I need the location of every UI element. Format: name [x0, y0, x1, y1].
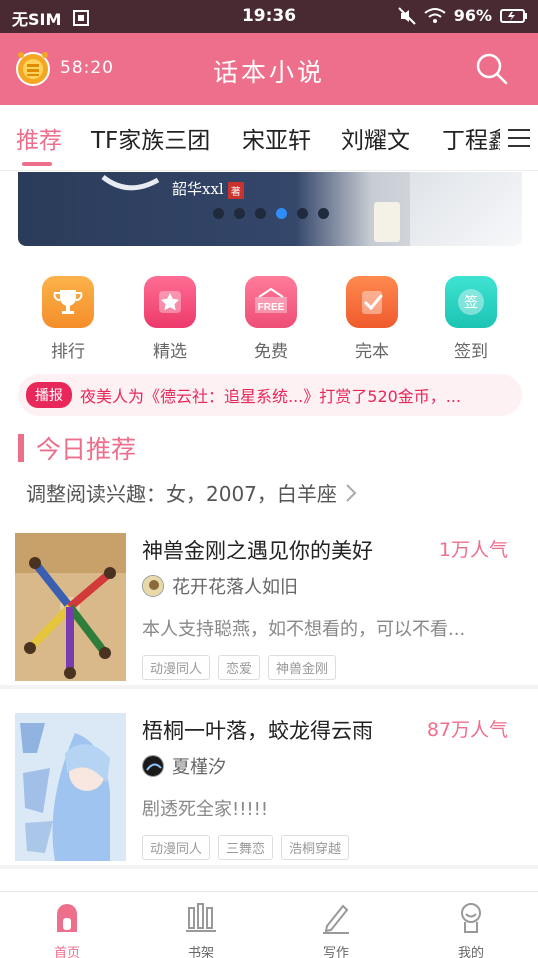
author-avatar [142, 575, 164, 597]
banner-carousel[interactable]: 韶华xxl 著 [18, 172, 522, 246]
carousel-dot[interactable] [318, 208, 329, 219]
signin-icon: 签 [445, 276, 497, 328]
app-header: 58:20 话本小说 [0, 33, 538, 105]
book-popularity: 87万人气 [426, 719, 508, 741]
author-name: 花开花落人如旧 [172, 577, 298, 598]
banner-author-tag: 著 [227, 181, 244, 199]
status-bar: 无SIM 19:36 96% [0, 0, 538, 33]
book-description: 剧透死全家!!!!! [142, 799, 269, 820]
search-icon[interactable] [474, 51, 510, 87]
author-name: 夏槿汐 [172, 757, 226, 778]
battery-percent: 96% [453, 6, 492, 25]
author-avatar [142, 755, 164, 777]
battery-icon [500, 8, 527, 23]
book-item[interactable]: 梧桐一叶落，蛟龙得云雨 87万人气 夏槿汐 剧透死全家!!!!! 动漫同人 三舞… [0, 699, 538, 869]
shortcut-free[interactable]: FREE 免费 [221, 276, 321, 362]
menu-icon [508, 129, 530, 147]
carousel-dot[interactable] [213, 208, 224, 219]
tabs-menu-button[interactable] [500, 105, 538, 170]
book-tag[interactable]: 三舞恋 [218, 835, 274, 860]
section-title: 今日推荐 [36, 435, 137, 464]
carousel-dot[interactable] [234, 208, 245, 219]
star-icon [144, 276, 196, 328]
tab-liu-yaowen[interactable]: 刘耀文 [341, 121, 410, 155]
nav-label: 写作 [322, 946, 349, 958]
shortcut-completed[interactable]: 完本 [322, 276, 422, 362]
banner-author-name: 韶华xxl [172, 180, 224, 198]
pen-icon [323, 904, 349, 934]
book-author: 花开花落人如旧 [142, 573, 298, 599]
chevron-right-icon [346, 483, 357, 502]
section-header: 今日推荐 [18, 430, 136, 466]
banner-figure-image [410, 172, 522, 246]
nav-bookshelf[interactable]: 书架 [134, 900, 268, 958]
nav-home[interactable]: 首页 [0, 900, 134, 958]
user-icon [461, 903, 481, 933]
shortcut-grid: 排行 精选 FREE 免费 完本 签 签到 [0, 276, 538, 366]
book-tag[interactable]: 神兽金刚 [268, 655, 337, 680]
nav-label: 首页 [53, 946, 80, 958]
broadcast-badge: 播报 [26, 382, 72, 408]
tab-recommend[interactable]: 推荐 [16, 121, 62, 155]
interest-text: 调整阅读兴趣：女，2007，白羊座 [26, 482, 337, 506]
nav-label: 书架 [187, 946, 214, 958]
svg-text:FREE: FREE [258, 302, 285, 313]
shortcut-label: 完本 [355, 342, 389, 362]
section-accent-bar [18, 434, 24, 462]
nav-write[interactable]: 写作 [269, 900, 403, 958]
category-tabs: 推荐 TF家族三团 宋亚轩 刘耀文 丁程鑫 [0, 105, 538, 171]
banner-brush-stroke [101, 174, 160, 191]
book-tag[interactable]: 动漫同人 [142, 835, 211, 860]
carousel-dot-active[interactable] [276, 208, 287, 219]
carousel-dot[interactable] [297, 208, 308, 219]
book-tags: 动漫同人 三舞恋 浩桐穿越 [142, 835, 350, 860]
shortcut-signin[interactable]: 签 签到 [421, 276, 521, 362]
book-title: 神兽金刚之遇见你的美好 [142, 539, 373, 563]
shortcut-label: 排行 [51, 342, 85, 362]
book-tag[interactable]: 恋爱 [218, 655, 261, 680]
tab-active-indicator [22, 162, 52, 166]
book-tag[interactable]: 浩桐穿越 [281, 835, 350, 860]
shortcut-label: 免费 [254, 342, 288, 362]
carousel-dot[interactable] [255, 208, 266, 219]
mute-icon [397, 6, 416, 25]
broadcast-text: 夜美人为《德云社：追星系统...》打赏了520金币，... [80, 387, 462, 406]
svg-text:签: 签 [464, 294, 478, 311]
adjust-interest-link[interactable]: 调整阅读兴趣：女，2007，白羊座 [26, 478, 357, 507]
book-popularity: 1万人气 [438, 539, 508, 561]
banner-candle-image [374, 202, 400, 242]
trophy-icon [42, 276, 94, 328]
tab-song-yaxuan[interactable]: 宋亚轩 [242, 121, 311, 155]
book-author: 夏槿汐 [142, 753, 226, 779]
book-tag[interactable]: 动漫同人 [142, 655, 211, 680]
shortcut-label: 精选 [153, 342, 187, 362]
carousel-dots [213, 208, 329, 219]
tab-tf-family[interactable]: TF家族三团 [91, 121, 210, 155]
book-tags: 动漫同人 恋爱 神兽金刚 [142, 655, 337, 680]
nav-profile[interactable]: 我的 [404, 900, 538, 958]
home-icon [57, 904, 77, 932]
book-cover-image [15, 713, 126, 861]
banner-author: 韶华xxl 著 [172, 178, 244, 199]
book-cover-image [15, 533, 126, 681]
nav-label: 我的 [457, 946, 484, 958]
free-icon: FREE [245, 276, 297, 328]
check-icon [346, 276, 398, 328]
app-title: 话本小说 [212, 58, 325, 87]
wifi-icon [424, 7, 446, 23]
bottom-navigation: 首页 书架 写作 我的 [0, 891, 538, 958]
broadcast-notice[interactable]: 播报 夜美人为《德云社：追星系统...》打赏了520金币，... [18, 374, 522, 416]
shortcut-ranking[interactable]: 排行 [18, 276, 118, 362]
book-description: 本人支持聪燕，如不想看的，可以不看... [142, 619, 466, 640]
shortcut-label: 签到 [454, 342, 488, 362]
book-item[interactable]: 神兽金刚之遇见你的美好 1万人气 花开花落人如旧 本人支持聪燕，如不想看的，可以… [0, 519, 538, 689]
bookshelf-icon [186, 903, 216, 932]
shortcut-featured[interactable]: 精选 [120, 276, 220, 362]
book-title: 梧桐一叶落，蛟龙得云雨 [142, 719, 373, 743]
